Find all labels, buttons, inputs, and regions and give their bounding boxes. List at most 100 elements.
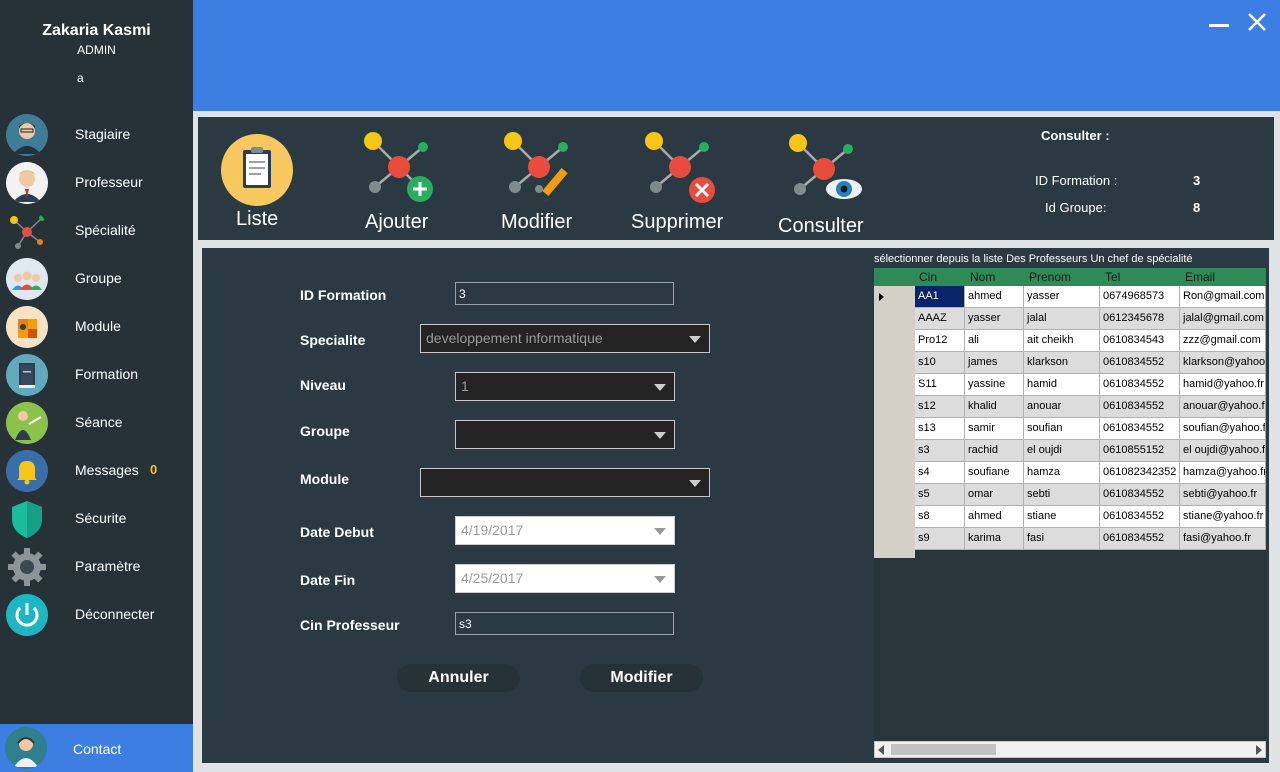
- sidebar-item-parametre[interactable]: Paramètre: [0, 544, 193, 590]
- cell-prenom[interactable]: jalal: [1024, 308, 1100, 330]
- sidebar-item-professeur[interactable]: Professeur: [0, 160, 193, 206]
- cin-professeur-input[interactable]: [455, 612, 674, 635]
- cell-cin[interactable]: s3: [915, 440, 965, 462]
- cell-nom[interactable]: samir: [965, 418, 1024, 440]
- cell-cin[interactable]: s12: [915, 396, 965, 418]
- cell-tel[interactable]: 0610834552: [1100, 418, 1180, 440]
- specialite-select[interactable]: developpement informatique: [420, 324, 710, 353]
- cell-cin[interactable]: S11: [915, 374, 965, 396]
- modifier-button[interactable]: Modifier: [580, 664, 703, 692]
- cell-cin[interactable]: AA1: [915, 286, 965, 308]
- row-selector[interactable]: [874, 352, 915, 374]
- cell-email[interactable]: hamza@yahoo.fr: [1180, 462, 1266, 484]
- date-fin-picker[interactable]: 4/25/2017: [455, 564, 675, 593]
- cell-email[interactable]: jalal@gmail.com: [1180, 308, 1266, 330]
- consulter-button[interactable]: Consulter: [778, 129, 888, 239]
- cell-nom[interactable]: karima: [965, 528, 1024, 550]
- row-selector[interactable]: [874, 528, 915, 550]
- cell-prenom[interactable]: anouar: [1024, 396, 1100, 418]
- cell-prenom[interactable]: ait cheikh: [1024, 330, 1100, 352]
- cell-nom[interactable]: ali: [965, 330, 1024, 352]
- cell-tel[interactable]: 0610834552: [1100, 352, 1180, 374]
- cell-email[interactable]: anouar@yahoo.fr: [1180, 396, 1266, 418]
- cell-nom[interactable]: omar: [965, 484, 1024, 506]
- row-selector[interactable]: [874, 374, 915, 396]
- cell-nom[interactable]: yasser: [965, 308, 1024, 330]
- cell-email[interactable]: soufian@yahoo.fr: [1180, 418, 1266, 440]
- scroll-left-icon[interactable]: [878, 745, 884, 755]
- date-debut-picker[interactable]: 4/19/2017: [455, 516, 675, 545]
- column-header-email[interactable]: Email: [1180, 268, 1266, 286]
- cell-nom[interactable]: james: [965, 352, 1024, 374]
- id-formation-input[interactable]: [455, 282, 674, 305]
- cell-email[interactable]: zzz@gmail.com: [1180, 330, 1266, 352]
- sidebar-item-seance[interactable]: Séance: [0, 400, 193, 446]
- cell-cin[interactable]: Pro12: [915, 330, 965, 352]
- cell-nom[interactable]: ahmed: [965, 506, 1024, 528]
- cell-prenom[interactable]: el oujdi: [1024, 440, 1100, 462]
- module-select[interactable]: [420, 468, 710, 497]
- row-selector[interactable]: [874, 462, 915, 484]
- cell-email[interactable]: klarkson@yahoo.fr: [1180, 352, 1266, 374]
- cell-email[interactable]: el oujdi@yahoo.fr: [1180, 440, 1266, 462]
- scroll-thumb[interactable]: [891, 744, 996, 755]
- cell-cin[interactable]: s5: [915, 484, 965, 506]
- cell-tel[interactable]: 0612345678: [1100, 308, 1180, 330]
- cell-email[interactable]: sebti@yahoo.fr: [1180, 484, 1266, 506]
- cell-cin[interactable]: s10: [915, 352, 965, 374]
- cell-nom[interactable]: khalid: [965, 396, 1024, 418]
- sidebar-item-securite[interactable]: Sécurite: [0, 496, 193, 542]
- row-selector[interactable]: [874, 396, 915, 418]
- row-selector[interactable]: [874, 330, 915, 352]
- column-header-nom[interactable]: Nom: [965, 268, 1024, 286]
- annuler-button[interactable]: Annuler: [397, 664, 520, 692]
- cell-tel[interactable]: 0610834552: [1100, 484, 1180, 506]
- sidebar-item-contact[interactable]: Contact: [0, 724, 193, 772]
- row-selector[interactable]: [874, 308, 915, 330]
- cell-nom[interactable]: soufiane: [965, 462, 1024, 484]
- horizontal-scrollbar[interactable]: [874, 741, 1266, 758]
- row-selector[interactable]: [874, 418, 915, 440]
- sidebar-item-messages[interactable]: Messages 0: [0, 448, 193, 494]
- cell-tel[interactable]: 0610834552: [1100, 374, 1180, 396]
- cell-tel[interactable]: 0610834552: [1100, 528, 1180, 550]
- cell-cin[interactable]: AAAZ: [915, 308, 965, 330]
- cell-tel[interactable]: 0610834543: [1100, 330, 1180, 352]
- cell-cin[interactable]: s4: [915, 462, 965, 484]
- cell-email[interactable]: fasi@yahoo.fr: [1180, 528, 1266, 550]
- cell-prenom[interactable]: sebti: [1024, 484, 1100, 506]
- supprimer-button[interactable]: Supprimer: [631, 127, 744, 233]
- ajouter-button[interactable]: Ajouter: [348, 127, 448, 233]
- row-selector[interactable]: [874, 506, 915, 528]
- cell-cin[interactable]: s13: [915, 418, 965, 440]
- cell-email[interactable]: stiane@yahoo.fr: [1180, 506, 1266, 528]
- cell-tel[interactable]: 0610855152: [1100, 440, 1180, 462]
- scroll-right-icon[interactable]: [1256, 745, 1262, 755]
- minimize-button[interactable]: [1207, 10, 1231, 34]
- row-selector[interactable]: [874, 440, 915, 462]
- sidebar-item-specialite[interactable]: Spécialité: [0, 208, 193, 254]
- cell-nom[interactable]: rachid: [965, 440, 1024, 462]
- sidebar-item-stagiaire[interactable]: Stagiaire: [0, 112, 193, 158]
- cell-tel[interactable]: 0610834552: [1100, 396, 1180, 418]
- cell-email[interactable]: Ron@gmail.com: [1180, 286, 1266, 308]
- cell-tel[interactable]: 0674968573: [1100, 286, 1180, 308]
- column-header-prenom[interactable]: Prenom: [1024, 268, 1100, 286]
- cell-prenom[interactable]: stiane: [1024, 506, 1100, 528]
- cell-prenom[interactable]: klarkson: [1024, 352, 1100, 374]
- cell-prenom[interactable]: hamza: [1024, 462, 1100, 484]
- cell-prenom[interactable]: fasi: [1024, 528, 1100, 550]
- cell-nom[interactable]: ahmed: [965, 286, 1024, 308]
- row-selector[interactable]: [874, 484, 915, 506]
- sidebar-item-groupe[interactable]: Groupe: [0, 256, 193, 302]
- cell-cin[interactable]: s8: [915, 506, 965, 528]
- cell-tel[interactable]: 061082342352: [1100, 462, 1180, 484]
- liste-button[interactable]: Liste: [216, 128, 298, 230]
- column-header-tel[interactable]: Tel: [1100, 268, 1180, 286]
- cell-cin[interactable]: s9: [915, 528, 965, 550]
- cell-email[interactable]: hamid@yahoo.fr: [1180, 374, 1266, 396]
- close-button[interactable]: [1245, 10, 1269, 34]
- cell-nom[interactable]: yassine: [965, 374, 1024, 396]
- row-selector[interactable]: [874, 286, 915, 308]
- modifier-tool-button[interactable]: Modifier: [493, 127, 593, 233]
